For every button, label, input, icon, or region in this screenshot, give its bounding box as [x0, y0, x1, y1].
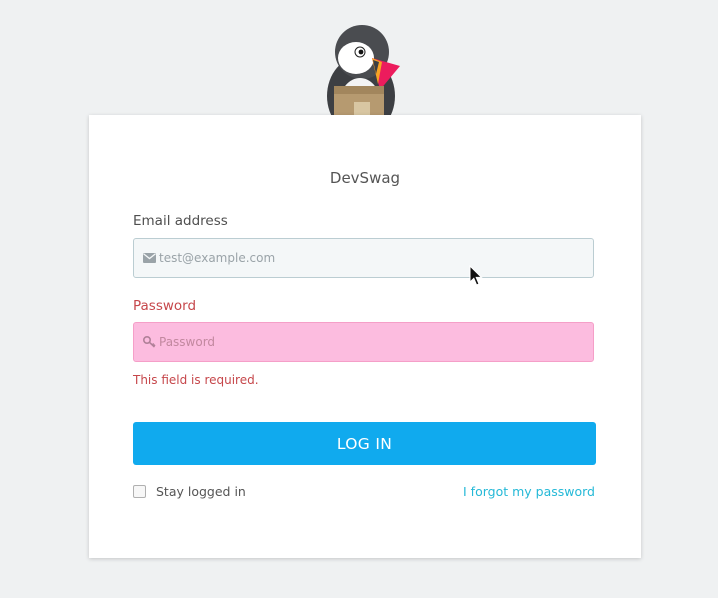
- login-button[interactable]: LOG IN: [133, 422, 596, 465]
- email-field[interactable]: [159, 251, 579, 265]
- forgot-password-link[interactable]: I forgot my password: [463, 484, 595, 499]
- login-card: DevSwag Email address Password This fiel…: [89, 115, 641, 558]
- mouse-cursor: [469, 264, 483, 287]
- email-label: Email address: [133, 213, 228, 229]
- envelope-icon: [143, 253, 156, 263]
- key-icon: [143, 336, 156, 348]
- password-error-message: This field is required.: [133, 373, 259, 387]
- stay-logged-in-label[interactable]: Stay logged in: [156, 484, 246, 499]
- email-field-wrapper: [133, 238, 594, 278]
- password-field-wrapper: [133, 322, 594, 362]
- stay-logged-in-checkbox[interactable]: [133, 485, 146, 498]
- stay-logged-in-row[interactable]: Stay logged in: [133, 484, 246, 499]
- password-field[interactable]: [159, 335, 579, 349]
- password-label: Password: [133, 298, 197, 314]
- shop-name: DevSwag: [329, 169, 401, 187]
